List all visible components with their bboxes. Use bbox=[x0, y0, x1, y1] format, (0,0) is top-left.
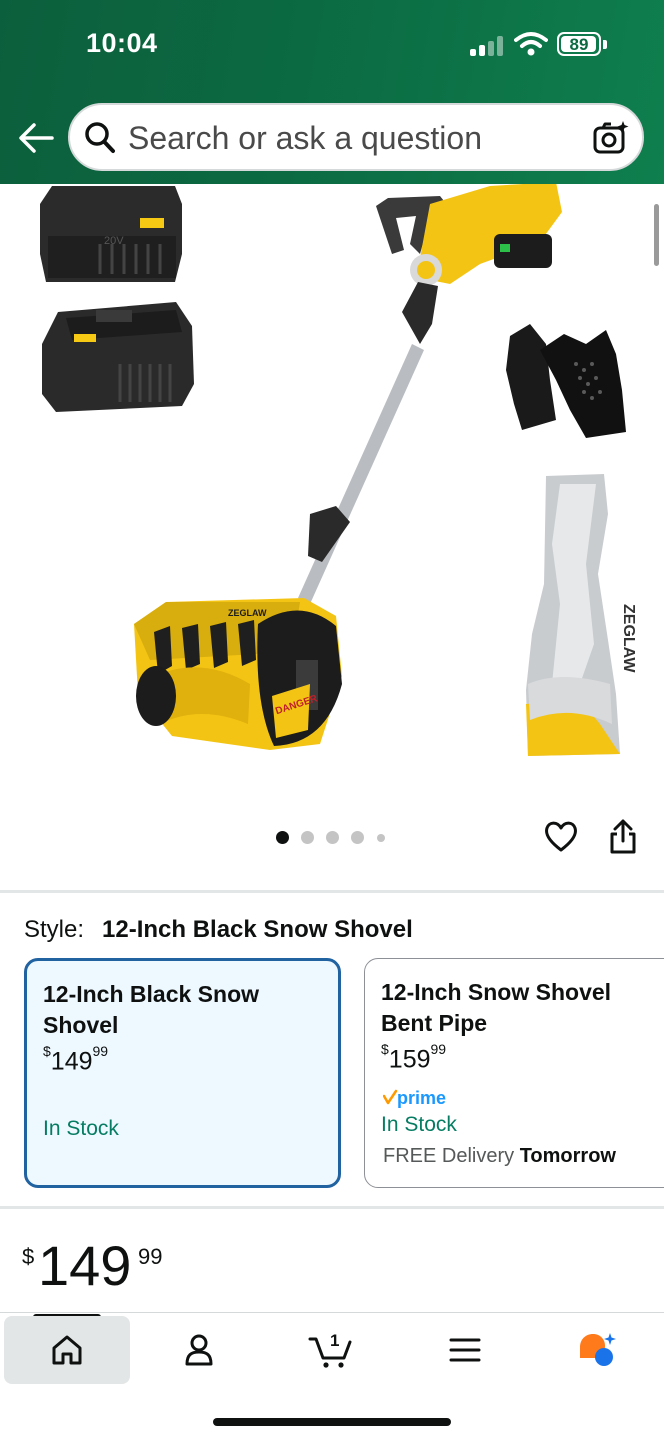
battery-nub bbox=[603, 40, 607, 49]
pagination-dot-3[interactable] bbox=[326, 831, 339, 844]
status-time: 10:04 bbox=[86, 28, 158, 58]
section-divider bbox=[0, 1206, 664, 1209]
battery-pack-image: 20V bbox=[40, 186, 182, 282]
share-icon[interactable] bbox=[606, 818, 640, 856]
section-divider bbox=[0, 890, 664, 893]
menu-icon bbox=[449, 1338, 481, 1362]
pagination-dot-4[interactable] bbox=[351, 831, 364, 844]
svg-text:prime: prime bbox=[397, 1088, 446, 1108]
svg-text:20V: 20V bbox=[104, 235, 124, 247]
wifi-icon bbox=[514, 32, 548, 56]
nav-home[interactable] bbox=[4, 1316, 130, 1384]
pagination-dot-2[interactable] bbox=[301, 831, 314, 844]
pagination-dot-5[interactable] bbox=[377, 834, 385, 842]
pagination-dot-1[interactable] bbox=[276, 831, 289, 844]
battery-level: 89 bbox=[569, 35, 589, 54]
cart-icon: 1 bbox=[308, 1331, 352, 1368]
nav-menu[interactable] bbox=[402, 1316, 528, 1384]
cart-count: 1 bbox=[330, 1331, 339, 1350]
account-icon bbox=[185, 1334, 213, 1366]
battery-icon: 89 bbox=[557, 32, 601, 56]
back-arrow-icon[interactable] bbox=[16, 120, 56, 156]
camera-search-icon[interactable] bbox=[592, 119, 630, 157]
heart-icon[interactable] bbox=[543, 818, 579, 854]
product-image-gallery[interactable]: 20V DANGER ZEGLAW ZEGLAW bbox=[0, 184, 664, 784]
price-whole: 149 bbox=[38, 1234, 132, 1297]
nav-account[interactable] bbox=[136, 1316, 262, 1384]
style-label: Style: bbox=[24, 916, 85, 943]
search-icon bbox=[85, 122, 115, 153]
style-option-black-snow-shovel[interactable]: 12-Inch Black Snow Shovel $14999 In Stoc… bbox=[24, 958, 341, 1188]
gloves-image bbox=[506, 324, 626, 438]
stock-status: In Stock bbox=[381, 1113, 457, 1136]
product-image: 20V DANGER ZEGLAW ZEGLAW bbox=[40, 184, 637, 756]
style-option-price: $14999 bbox=[43, 1043, 109, 1076]
search-placeholder: Search or ask a question bbox=[128, 120, 482, 156]
nav-cart[interactable]: 1 bbox=[268, 1316, 394, 1384]
price-currency: $ bbox=[22, 1244, 35, 1269]
style-option-title: 12-Inch Snow Shovel Bent Pipe bbox=[381, 979, 612, 1036]
style-selected-value: 12-Inch Black Snow Shovel bbox=[102, 916, 413, 943]
home-indicator-bar bbox=[213, 1418, 451, 1426]
home-icon bbox=[52, 1335, 82, 1365]
price-fraction: 99 bbox=[138, 1244, 163, 1269]
style-option-title: 12-Inch Black Snow Shovel bbox=[43, 981, 260, 1038]
charger-image bbox=[42, 302, 194, 412]
prime-badge-icon: prime bbox=[383, 1088, 446, 1108]
search-input[interactable]: Search or ask a question bbox=[68, 103, 644, 171]
storage-cover-image: ZEGLAW bbox=[526, 474, 637, 756]
svg-text:ZEGLAW: ZEGLAW bbox=[228, 608, 267, 618]
style-option-bent-pipe[interactable]: 12-Inch Snow Shovel Bent Pipe $15999 pri… bbox=[364, 958, 664, 1188]
cellular-signal-icon bbox=[470, 36, 506, 56]
app-header: 10:04 89 Search or ask a question bbox=[0, 0, 664, 184]
nav-rufus-assistant[interactable] bbox=[534, 1316, 660, 1384]
rufus-assistant-icon bbox=[580, 1333, 616, 1366]
gallery-scrollbar[interactable] bbox=[654, 204, 659, 266]
snow-shovel-image: DANGER ZEGLAW bbox=[134, 184, 562, 750]
delivery-info: FREE Delivery Tomorrow bbox=[383, 1145, 616, 1167]
stock-status: In Stock bbox=[43, 1117, 119, 1140]
style-option-price: $15999 bbox=[381, 1041, 447, 1074]
svg-text:ZEGLAW: ZEGLAW bbox=[620, 604, 637, 673]
